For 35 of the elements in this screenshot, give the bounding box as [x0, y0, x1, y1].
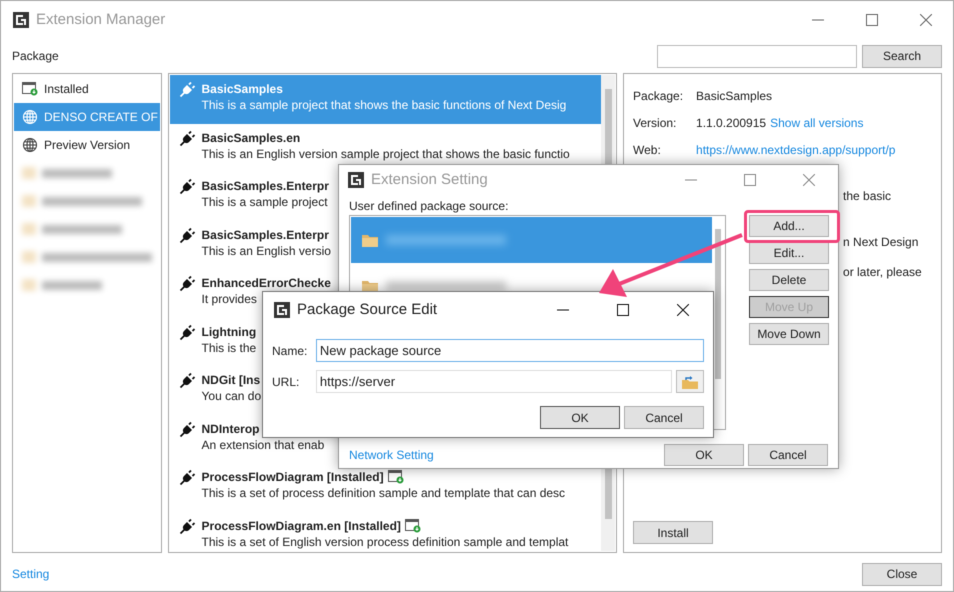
package-description: This is a set of English version process definition sample and templat — [202, 534, 568, 550]
package-description: This is an English version sample project that shows the basic functio — [202, 146, 570, 162]
description-text: n Next Design — [843, 234, 918, 251]
package-description: This is an English versio — [202, 242, 331, 258]
package-name: BasicSamples.en — [202, 130, 300, 146]
package-name: ProcessFlowDiagram.en [Installed] — [202, 518, 401, 534]
package-name: NDGit [Ins — [202, 372, 260, 388]
section-label: Package — [12, 48, 60, 65]
detail-label: Package: — [633, 88, 684, 104]
description-text: or later, please — [843, 264, 922, 281]
package-name: BasicSamples — [202, 81, 283, 97]
package-name: EnhancedErrorChecke — [202, 275, 331, 291]
description-text: the basic — [843, 188, 892, 205]
list-label: User defined package source: — [349, 198, 510, 213]
package-description: This is a sample project that shows the basic functions of Next Desig — [202, 97, 566, 113]
package-description: This is a set of process definition sample and template that can desc — [202, 485, 566, 501]
field-label: Name: — [272, 342, 308, 360]
package-name: NDInterop — [202, 420, 260, 436]
package-name: ProcessFlowDiagram [Installed] — [202, 469, 384, 485]
window-title: Extension Manager — [36, 10, 166, 30]
dialog-title: Extension Setting — [371, 170, 489, 190]
dialog-title: Package Source Edit — [297, 300, 438, 320]
package-description: This is the — [202, 340, 256, 356]
package-description: An extension that enab — [202, 436, 324, 452]
detail-value: BasicSamples — [696, 88, 772, 104]
package-name: BasicSamples.Enterpr — [202, 178, 329, 194]
package-description: It provides — [202, 291, 257, 307]
detail-value: 1.1.0.200915 — [696, 114, 766, 132]
detail-label: Web: — [633, 142, 662, 158]
package-name: BasicSamples.Enterpr — [202, 226, 329, 242]
field-label: URL: — [272, 374, 300, 390]
detail-label: Version: — [633, 114, 678, 132]
package-description: You can do — [202, 388, 262, 404]
package-description: This is a sample project — [202, 194, 328, 210]
package-name: Lightning — [202, 324, 256, 340]
